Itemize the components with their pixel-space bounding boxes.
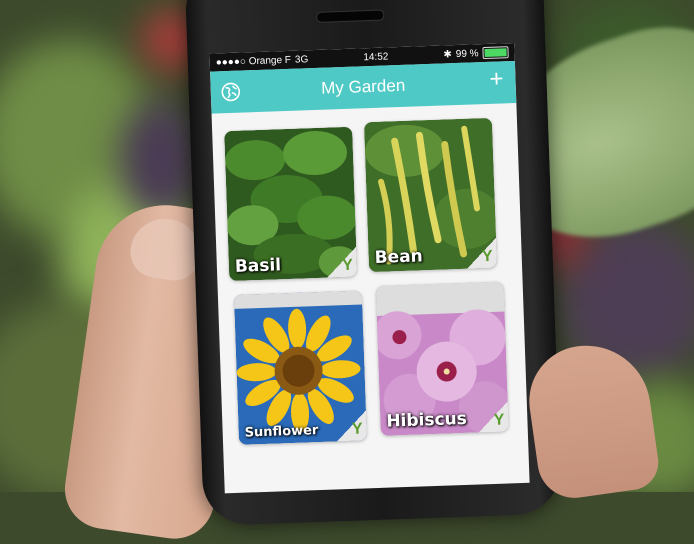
plant-card-basil[interactable]: Basil Y <box>224 126 358 282</box>
plant-badge: Y <box>466 237 498 269</box>
plant-name: Sunflower <box>244 423 319 441</box>
plant-card-hibiscus[interactable]: Hibiscus Y <box>375 281 509 436</box>
phone-screen: ●●●●○ Orange F 3G 14:52 ✱ 99 % My Garden… <box>209 42 530 494</box>
plus-icon[interactable]: + <box>489 65 504 92</box>
plant-name: Hibiscus <box>386 408 468 432</box>
clock: 14:52 <box>363 50 389 63</box>
battery-percent: 99 % <box>455 47 479 60</box>
plant-name: Bean <box>374 246 424 268</box>
plant-card-bean[interactable]: Bean Y <box>363 117 498 273</box>
phone-speaker <box>316 9 385 23</box>
plant-badge: Y <box>336 410 368 442</box>
battery-icon <box>482 46 509 60</box>
plant-badge: Y <box>326 246 358 278</box>
plant-name: Basil <box>234 255 282 277</box>
plant-badge: Y <box>477 401 509 433</box>
page-title: My Garden <box>320 75 406 98</box>
plant-grid: Basil Y Bean Y Sunflower Y Hibiscus Y <box>224 117 521 471</box>
carrier-label: ●●●●○ Orange F <box>215 54 292 68</box>
phone: ●●●●○ Orange F 3G 14:52 ✱ 99 % My Garden… <box>184 0 562 527</box>
network-label: 3G <box>294 53 309 66</box>
globe-icon[interactable] <box>220 82 241 103</box>
bluetooth-icon: ✱ <box>443 48 452 60</box>
plant-card-sunflower[interactable]: Sunflower Y <box>233 290 368 445</box>
